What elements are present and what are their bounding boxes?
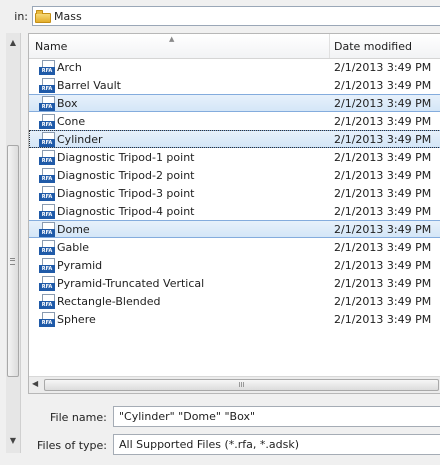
rfa-file-icon-tag: RFA (39, 210, 55, 219)
rfa-file-icon: RFA (39, 59, 56, 75)
date-modified-cell: 2/1/2013 3:49 PM (334, 150, 432, 164)
scroll-down-arrow-icon[interactable]: ▼ (6, 434, 20, 448)
list-header: ▲ Name Date modified (29, 34, 440, 59)
file-name-cell: Diagnostic Tripod-1 point (57, 150, 195, 164)
date-modified-cell: 2/1/2013 3:49 PM (334, 240, 432, 254)
date-modified-cell: 2/1/2013 3:49 PM (334, 312, 432, 326)
file-name-cell: Box (57, 96, 78, 110)
rfa-file-icon: RFA (39, 311, 56, 327)
list-item[interactable]: RFA Diagnostic Tripod-1 point 2/1/2013 3:4… (29, 148, 440, 166)
file-name-label: File name: (50, 411, 107, 424)
list-item[interactable]: RFA Diagnostic Tripod-3 point 2/1/2013 3:4… (29, 184, 440, 202)
list-item[interactable]: RFA Sphere 2/1/2013 3:49 PM (29, 310, 440, 328)
rfa-file-icon-tag: RFA (39, 138, 55, 147)
vertical-scrollbar[interactable]: ▲ ▼ (6, 33, 21, 453)
look-in-combo[interactable]: Mass (32, 6, 440, 26)
rfa-file-icon: RFA (39, 149, 56, 165)
list-item[interactable]: RFA Diagnostic Tripod-4 point 2/1/2013 3:4… (29, 202, 440, 220)
folder-icon (35, 9, 51, 23)
file-name-cell: Diagnostic Tripod-4 point (57, 204, 195, 218)
rfa-file-icon-tag: RFA (39, 84, 55, 93)
scrollbar-grip-icon (10, 258, 15, 265)
file-name-cell: Pyramid (57, 258, 103, 272)
file-name-cell: Rectangle-Blended (57, 294, 161, 308)
sort-ascending-icon: ▲ (169, 35, 175, 43)
list-item[interactable]: RFA Pyramid 2/1/2013 3:49 PM (29, 256, 440, 274)
rfa-file-icon: RFA (39, 77, 56, 93)
rfa-file-icon-tag: RFA (39, 246, 55, 255)
file-name-cell: Diagnostic Tripod-3 point (57, 186, 195, 200)
look-in-folder-name: Mass (54, 9, 82, 23)
file-name-cell: Dome (57, 222, 90, 236)
list-item[interactable]: RFA Cylinder 2/1/2013 3:49 PM (29, 130, 440, 148)
list-item[interactable]: RFA Barrel Vault 2/1/2013 3:49 PM (29, 76, 440, 94)
rfa-file-icon-tag: RFA (39, 300, 55, 309)
horizontal-scrollbar[interactable]: ◀ III (29, 376, 440, 393)
date-modified-cell: 2/1/2013 3:49 PM (334, 132, 432, 146)
file-name-cell: Arch (57, 60, 82, 74)
list-item[interactable]: RFA Box 2/1/2013 3:49 PM (29, 94, 440, 112)
rfa-file-icon-tag: RFA (39, 282, 55, 291)
list-item[interactable]: RFA Rectangle-Blended 2/1/2013 3:49 PM (29, 292, 440, 310)
rfa-file-icon-tag: RFA (39, 192, 55, 201)
date-modified-cell: 2/1/2013 3:49 PM (334, 294, 432, 308)
horizontal-scrollbar-thumb[interactable]: III (44, 379, 439, 391)
date-modified-cell: 2/1/2013 3:49 PM (334, 78, 432, 92)
file-name-cell: Cylinder (57, 132, 103, 146)
scroll-left-arrow-icon[interactable]: ◀ (32, 379, 38, 388)
date-modified-cell: 2/1/2013 3:49 PM (334, 204, 432, 218)
date-modified-cell: 2/1/2013 3:49 PM (334, 186, 432, 200)
file-name-cell: Cone (57, 114, 86, 128)
date-modified-cell: 2/1/2013 3:49 PM (334, 168, 432, 182)
file-type-select[interactable]: All Supported Files (*.rfa, *.adsk) (113, 434, 440, 455)
column-header-name[interactable]: Name (35, 40, 67, 53)
list-item[interactable]: RFA Cone 2/1/2013 3:49 PM (29, 112, 440, 130)
rfa-file-icon: RFA (39, 239, 56, 255)
file-name-cell: Barrel Vault (57, 78, 121, 92)
rfa-file-icon: RFA (39, 221, 56, 237)
file-name-cell: Diagnostic Tripod-2 point (57, 168, 195, 182)
rfa-file-icon: RFA (39, 293, 56, 309)
rfa-file-icon-tag: RFA (39, 120, 55, 129)
file-list[interactable]: ▲ Name Date modified RFA Arch 2/1/2013 3:4… (28, 33, 440, 394)
rfa-file-icon: RFA (39, 203, 56, 219)
date-modified-cell: 2/1/2013 3:49 PM (334, 96, 432, 110)
date-modified-cell: 2/1/2013 3:49 PM (334, 258, 432, 272)
rfa-file-icon: RFA (39, 113, 56, 129)
file-name-cell: Sphere (57, 312, 96, 326)
rfa-file-icon-tag: RFA (39, 102, 55, 111)
rfa-file-icon-tag: RFA (39, 174, 55, 183)
rfa-file-icon: RFA (39, 131, 56, 147)
rfa-file-icon-tag: RFA (39, 264, 55, 273)
rfa-file-icon-tag: RFA (39, 228, 55, 237)
list-item[interactable]: RFA Arch 2/1/2013 3:49 PM (29, 58, 440, 76)
file-name-cell: Gable (57, 240, 90, 254)
date-modified-cell: 2/1/2013 3:49 PM (334, 114, 432, 128)
rfa-file-icon: RFA (39, 95, 56, 111)
rfa-file-icon-tag: RFA (39, 318, 55, 327)
scroll-up-arrow-icon[interactable]: ▲ (6, 36, 20, 50)
list-item[interactable]: RFA Dome 2/1/2013 3:49 PM (29, 220, 440, 238)
date-modified-cell: 2/1/2013 3:49 PM (334, 222, 432, 236)
rfa-file-icon: RFA (39, 167, 56, 183)
list-item[interactable]: RFA Gable 2/1/2013 3:49 PM (29, 238, 440, 256)
date-modified-cell: 2/1/2013 3:49 PM (334, 276, 432, 290)
rfa-file-icon-tag: RFA (39, 66, 55, 75)
rfa-file-icon: RFA (39, 257, 56, 273)
file-name-input[interactable]: "Cylinder" "Dome" "Box" (113, 406, 440, 427)
column-header-date-modified[interactable]: Date modified (334, 40, 412, 53)
file-name-cell: Pyramid-Truncated Vertical (57, 276, 205, 290)
rfa-file-icon: RFA (39, 275, 56, 291)
rfa-file-icon-tag: RFA (39, 156, 55, 165)
list-item[interactable]: RFA Pyramid-Truncated Vertical 2/1/2013 3:… (29, 274, 440, 292)
look-in-label: in: (14, 10, 28, 23)
file-rows: RFA Arch 2/1/2013 3:49 PM RFA Barrel Vault 2/… (29, 58, 440, 328)
column-divider[interactable] (329, 34, 330, 58)
list-item[interactable]: RFA Diagnostic Tripod-2 point 2/1/2013 3:4… (29, 166, 440, 184)
date-modified-cell: 2/1/2013 3:49 PM (334, 60, 432, 74)
file-type-label: Files of type: (37, 439, 108, 452)
rfa-file-icon: RFA (39, 185, 56, 201)
